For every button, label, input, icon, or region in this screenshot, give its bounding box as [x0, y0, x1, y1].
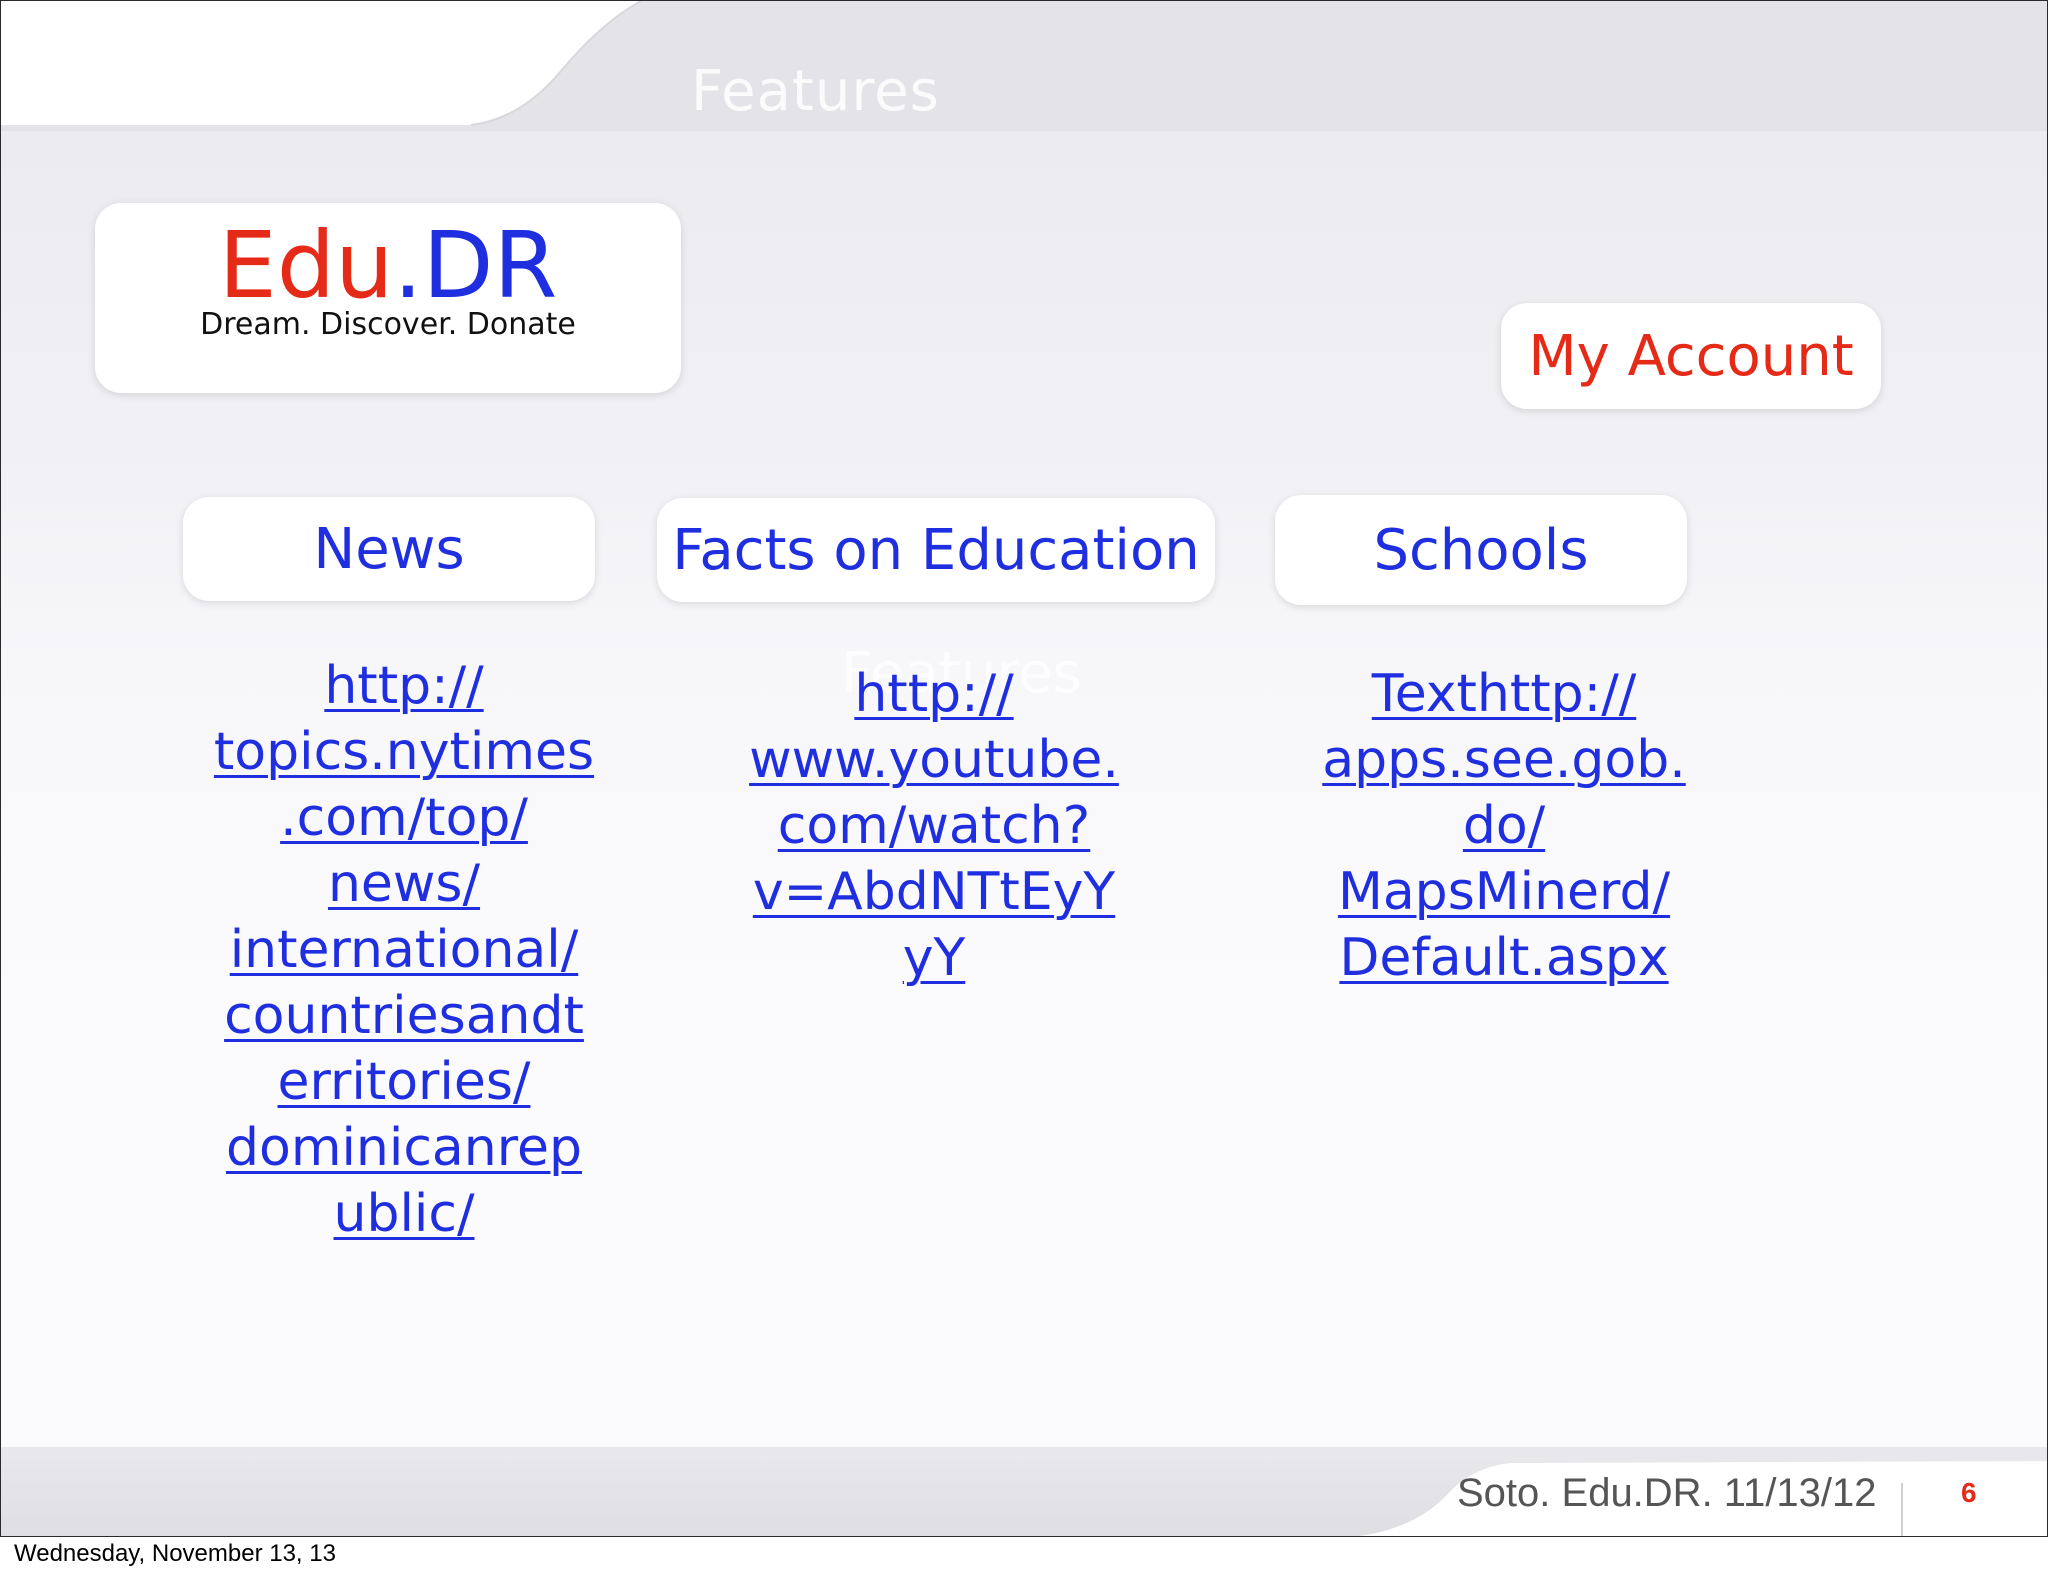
slide-title: Features [691, 59, 940, 124]
facts-link-column: http:// www.youtube. com/watch? v=AbdNTt… [661, 661, 1207, 991]
news-link-line: topics.nytimes [213, 722, 595, 782]
news-link-line: news/ [327, 854, 481, 914]
news-link-column: http:// topics.nytimes .com/top/ news/ i… [131, 653, 677, 1247]
facts-link-line: www.youtube. [749, 730, 1119, 790]
news-link[interactable]: http:// topics.nytimes .com/top/ news/ i… [131, 653, 677, 1247]
news-link-line: http:// [324, 656, 484, 716]
logo-dr: .DR [393, 212, 558, 319]
nav-schools-button[interactable]: Schools [1275, 495, 1687, 605]
my-account-button[interactable]: My Account [1501, 303, 1881, 409]
news-link-line: dominicanrep [226, 1118, 582, 1178]
logo-card[interactable]: Edu.DR Dream. Discover. Donate [95, 203, 681, 393]
news-link-line: ublic/ [333, 1184, 475, 1244]
logo: Edu.DR [95, 211, 681, 321]
schools-link-line: apps.see.gob. [1322, 730, 1686, 790]
news-link-line: .com/top/ [280, 788, 528, 848]
schools-map-link[interactable]: Texthttp:// apps.see.gob. do/ MapsMinerd… [1231, 661, 1777, 991]
facts-link-line: http:// [854, 664, 1014, 724]
facts-video-link[interactable]: http:// www.youtube. com/watch? v=AbdNTt… [661, 661, 1207, 991]
nav-schools-label: Schools [1373, 517, 1589, 583]
news-link-line: international/ [229, 920, 579, 980]
my-account-label: My Account [1528, 323, 1854, 389]
logo-edu: Edu [218, 212, 394, 319]
schools-link-column: Texthttp:// apps.see.gob. do/ MapsMinerd… [1231, 661, 1777, 991]
nav-facts-on-education-button[interactable]: Facts on Education [657, 498, 1215, 602]
capture-date: Wednesday, November 13, 13 [14, 1540, 336, 1567]
header-band [1, 1, 2047, 131]
facts-link-line: v=AbdNTtEyY [752, 862, 1116, 922]
footer-divider [1901, 1483, 1903, 1536]
schools-link-line: Default.aspx [1339, 928, 1669, 988]
news-link-line: countriesandt [224, 986, 584, 1046]
facts-link-line: com/watch? [777, 796, 1091, 856]
slide: Features Features Edu.DR Dream. Discover… [0, 0, 2048, 1537]
nav-facts-label: Facts on Education [672, 517, 1200, 583]
footer-credit: Soto. Edu.DR. 11/13/12 [1457, 1471, 1877, 1515]
schools-link-line: Texthttp:// [1371, 664, 1637, 724]
nav-news-label: News [313, 516, 465, 582]
schools-link-line: do/ [1462, 796, 1546, 856]
news-link-line: erritories/ [277, 1052, 531, 1112]
tagline: Dream. Discover. Donate [200, 307, 576, 342]
facts-link-line: yY [902, 928, 966, 988]
page-number: 6 [1961, 1477, 1977, 1508]
nav-news-button[interactable]: News [183, 497, 595, 601]
schools-link-line: MapsMinerd/ [1337, 862, 1671, 922]
